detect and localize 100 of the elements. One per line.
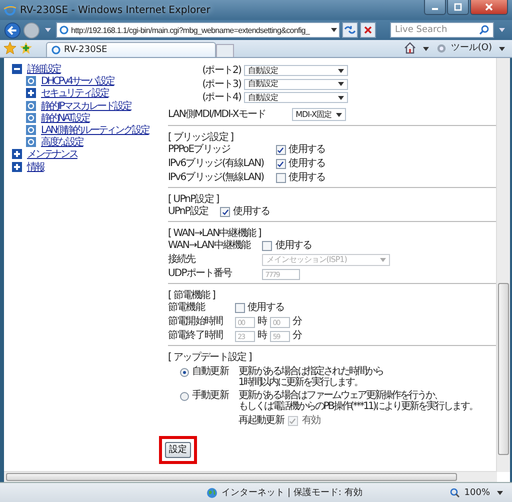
sidebar-link[interactable]: 詳細設定 — [27, 62, 61, 76]
caret-icon — [338, 96, 344, 100]
sidebar-link[interactable]: セキュリティ設定 — [41, 86, 108, 100]
add-favorite-icon[interactable] — [20, 42, 32, 54]
sidebar-link[interactable]: 高度な設定 — [41, 135, 84, 150]
port-select[interactable]: 自動設定 — [244, 78, 348, 90]
sidebar-link[interactable]: 情報 — [27, 160, 44, 174]
radio-button[interactable] — [180, 368, 189, 377]
submit-button[interactable]: 設定 — [165, 442, 191, 458]
page-icon[interactable] — [26, 76, 36, 86]
checkbox[interactable] — [276, 145, 286, 155]
checkbox[interactable] — [220, 207, 230, 217]
home-icon[interactable] — [404, 42, 416, 54]
settings-icon — [436, 43, 447, 54]
port-label: (ポート3) — [201, 78, 242, 90]
section-title: [ UPnP設定 ] — [168, 193, 220, 206]
port-label: (ポート4) — [201, 92, 242, 104]
sidebar-link[interactable]: LAN側静的ルーティング設定 — [41, 123, 149, 138]
checkbox-label: 使用する — [275, 240, 312, 252]
page-icon[interactable] — [26, 100, 36, 111]
description-text: 1時間以内に更新を実行します。 — [238, 377, 364, 388]
port-label: (ポート2) — [201, 65, 242, 77]
field-label: 節電終了時間 — [168, 330, 223, 342]
unit-label: 時 — [258, 330, 267, 342]
field-label: IPv6ブリッジ(有線LAN) — [168, 158, 264, 170]
field-label: UDPポート番号 — [168, 268, 233, 280]
field-label: IPv6ブリッジ(無線LAN) — [168, 172, 264, 184]
search-options-icon[interactable] — [499, 28, 505, 32]
expand-icon[interactable] — [26, 88, 36, 98]
checkbox-label: 使用する — [233, 206, 270, 218]
window-title: RV-230SE - Windows Internet Explorer — [20, 4, 210, 16]
globe-icon — [206, 486, 218, 498]
checkbox[interactable] — [276, 173, 286, 183]
maximize-button[interactable] — [447, 0, 469, 15]
browser-logo-icon — [4, 4, 16, 16]
section-title: [ 節電機能 ] — [168, 289, 216, 302]
horizontal-scrollbar[interactable] — [4, 471, 497, 482]
dropdown-icon[interactable] — [422, 47, 429, 51]
checkbox[interactable] — [234, 303, 245, 313]
refresh-button[interactable] — [342, 22, 358, 38]
unit-label: 時 — [258, 316, 267, 328]
zoom-level[interactable]: 100% — [464, 488, 490, 498]
caret-icon[interactable] — [331, 28, 337, 32]
field-label: 節電開始時間 — [168, 316, 223, 328]
caret-icon — [380, 258, 386, 262]
radio-label: 自動更新 — [192, 366, 228, 378]
field-label: WAN→LAN中継機能 — [168, 240, 250, 252]
caret-icon — [338, 82, 344, 86]
page-icon[interactable] — [26, 125, 36, 136]
close-icon — [363, 25, 373, 35]
close-button[interactable] — [470, 0, 508, 15]
field-label: UPnP設定 — [168, 206, 208, 218]
field-label: 再起動更新 — [238, 415, 284, 427]
caret-icon — [336, 112, 342, 116]
sidebar-link[interactable]: メンテナンス — [27, 147, 78, 162]
description-text: 更新がある場合は指定された時間から — [238, 366, 384, 377]
sidebar-link[interactable]: 静的NAT設定 — [41, 110, 90, 125]
vertical-scrollbar[interactable] — [496, 58, 510, 472]
checkbox-label: 使用する — [288, 158, 326, 170]
favorites-star-icon[interactable] — [4, 42, 16, 54]
browser-tab[interactable]: RV-230SE — [46, 42, 216, 57]
refresh-icon — [344, 25, 356, 35]
sidebar-link[interactable]: 静的IPマスカレード設定 — [41, 98, 131, 113]
page-icon[interactable] — [26, 137, 36, 148]
mode-select[interactable]: MDI-X固定 — [292, 108, 346, 121]
checkbox-label: 使用する — [248, 302, 284, 314]
stop-button[interactable] — [360, 22, 376, 38]
search-icon[interactable] — [479, 25, 489, 35]
port-select[interactable]: 自動設定 — [244, 92, 348, 103]
page-icon[interactable] — [26, 112, 36, 123]
radio-label: 手動更新 — [192, 390, 228, 402]
expand-icon[interactable] — [12, 162, 22, 172]
unit-label: 分 — [292, 330, 302, 342]
field-label: LAN側MDI/MDI-Xモード — [168, 108, 266, 120]
dropdown-icon[interactable] — [497, 490, 503, 494]
back-button[interactable] — [4, 22, 21, 38]
field-label: 節電機能 — [168, 302, 206, 314]
close-icon — [484, 3, 494, 11]
expand-icon[interactable] — [12, 149, 22, 160]
tools-menu[interactable]: ツール(O) — [450, 41, 492, 54]
caret-icon — [338, 68, 344, 72]
collapse-icon[interactable] — [12, 64, 22, 74]
radio-button[interactable] — [180, 392, 189, 401]
unit-label: 分 — [292, 316, 302, 328]
tab-title: RV-230SE — [64, 45, 108, 55]
checkbox-label: 有効 — [302, 415, 320, 427]
minimize-button[interactable] — [424, 0, 446, 15]
field-label: 接続先 — [168, 254, 197, 266]
sidebar-link[interactable]: DHCPv4サーバ設定 — [41, 74, 114, 88]
section-title: [ ブリッジ設定 ] — [168, 131, 234, 144]
section-title: [ WAN→LAN中継機能 ] — [168, 227, 262, 240]
address-field[interactable]: http://192.168.1.1/cgi-bin/main.cgi?mbg_webname=extendsetting&config_ — [56, 22, 340, 38]
field-label: PPPoEブリッジ — [168, 144, 232, 156]
search-field[interactable]: Live Search — [390, 22, 494, 38]
port-select[interactable]: 自動設定 — [244, 65, 348, 76]
zoom-icon[interactable] — [450, 488, 460, 498]
checkbox-label: 使用する — [288, 144, 326, 156]
checkbox[interactable] — [262, 241, 272, 251]
dropdown-icon[interactable] — [499, 47, 505, 51]
checkbox[interactable] — [276, 159, 286, 169]
